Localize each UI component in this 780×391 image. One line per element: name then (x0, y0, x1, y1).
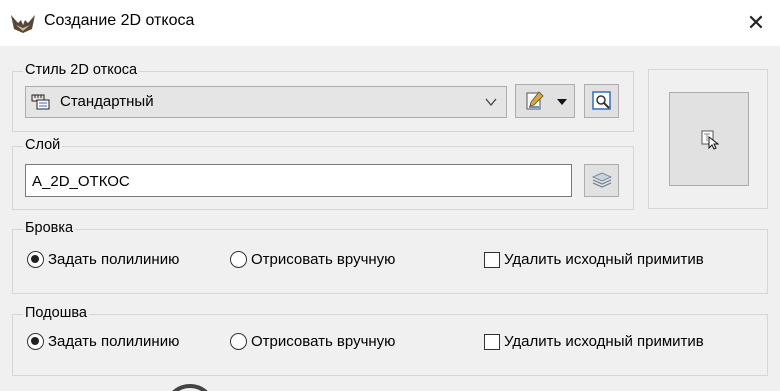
partial-round-button[interactable] (160, 380, 220, 391)
style-combobox-value: Стандартный (60, 93, 154, 110)
layers-button[interactable] (584, 164, 619, 197)
brovka-delete-checkbox-label: Удалить исходный примитив (504, 251, 704, 268)
window-title: Создание 2D откоса (44, 12, 195, 29)
podoshva-radio-manual-label: Отрисовать вручную (251, 333, 396, 350)
radio-button[interactable] (230, 251, 247, 268)
style-ruler-icon (31, 94, 50, 110)
checkbox[interactable] (484, 251, 500, 268)
radio-button-checked[interactable] (27, 251, 44, 268)
brovka-radio-polyline[interactable]: Задать полилинию (27, 251, 179, 268)
podoshva-group-label: Подошва (23, 305, 89, 321)
chevron-down-icon[interactable] (484, 95, 498, 109)
edit-style-button[interactable] (515, 84, 575, 118)
podoshva-radio-manual[interactable]: Отрисовать вручную (230, 333, 395, 350)
pick-object-icon (701, 130, 719, 150)
podoshva-radio-polyline-label: Задать полилинию (48, 333, 180, 350)
podoshva-radio-polyline[interactable]: Задать полилинию (27, 333, 179, 350)
title-bar: Создание 2D откоса ✕ (0, 0, 780, 46)
edit-style-icon (526, 91, 544, 110)
dropdown-arrow-icon (557, 99, 567, 105)
layers-icon (592, 172, 612, 188)
style-combobox[interactable]: Стандартный (25, 86, 507, 118)
checkbox[interactable] (484, 333, 500, 350)
layer-input[interactable] (32, 171, 562, 191)
brovka-group-label: Бровка (23, 220, 76, 236)
preview-button[interactable] (584, 84, 619, 118)
brovka-radio-manual-label: Отрисовать вручную (251, 251, 396, 268)
brovka-delete-checkbox[interactable]: Удалить исходный примитив (484, 251, 704, 268)
close-button[interactable]: ✕ (732, 0, 780, 46)
layer-field[interactable] (25, 164, 572, 197)
radio-button[interactable] (230, 333, 247, 350)
podoshva-delete-checkbox[interactable]: Удалить исходный примитив (484, 333, 704, 350)
radio-button-checked[interactable] (27, 333, 44, 350)
preview-icon (592, 91, 611, 110)
podoshva-delete-checkbox-label: Удалить исходный примитив (504, 333, 704, 350)
bat-logo-icon (11, 15, 35, 33)
layer-group-label: Слой (23, 137, 63, 153)
style-group-label: Стиль 2D откоса (23, 62, 140, 78)
pick-object-button[interactable] (669, 92, 749, 186)
close-icon: ✕ (746, 10, 766, 36)
brovka-radio-manual[interactable]: Отрисовать вручную (230, 251, 395, 268)
brovka-radio-polyline-label: Задать полилинию (48, 251, 180, 268)
